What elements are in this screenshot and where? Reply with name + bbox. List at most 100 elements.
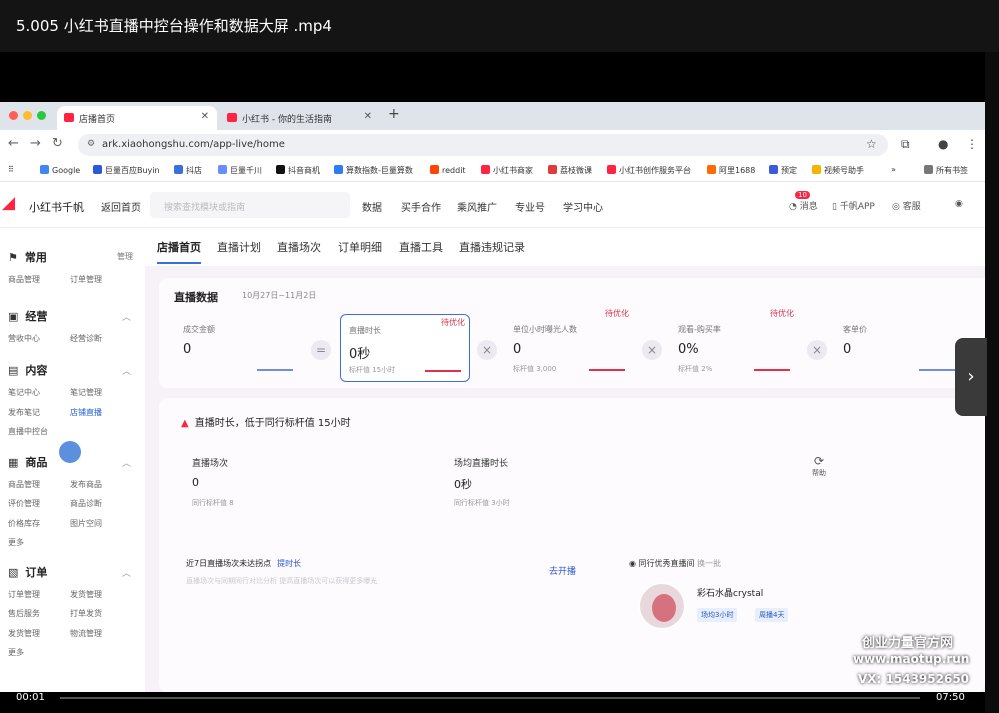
bookmark-item[interactable]: 荔枝微课: [548, 165, 592, 176]
back-home-link[interactable]: 返回首页: [101, 199, 141, 214]
sidebar-item[interactable]: 发货管理: [70, 589, 102, 600]
tab-live-plan[interactable]: 直播计划: [217, 239, 261, 255]
sidebar-item[interactable]: 营收中心: [8, 333, 40, 344]
nav-professional[interactable]: 专业号: [515, 199, 545, 214]
site-info-icon[interactable]: ⚙: [87, 139, 95, 149]
bookmark-item[interactable]: 巨量千川: [218, 165, 262, 176]
sidebar-item[interactable]: 商品管理: [8, 479, 40, 490]
sidebar-item[interactable]: 售后服务: [8, 608, 40, 619]
bookmark-item[interactable]: reddit: [430, 165, 466, 175]
sidebar-item[interactable]: 笔记中心: [8, 387, 40, 398]
sidebar-item[interactable]: 直播中控台: [8, 426, 48, 437]
bookmark-item[interactable]: 小红书创作服务平台: [607, 165, 691, 176]
peer-name[interactable]: 彩石水晶crystal: [697, 586, 763, 599]
metric-live-duration[interactable]: 直播时长 0秒 标杆值 15小时 待优化: [340, 314, 470, 382]
sidebar-item[interactable]: 价格库存: [8, 518, 40, 529]
section-goods[interactable]: ▦ 商品: [8, 454, 47, 470]
sidebar-item[interactable]: 商品诊断: [70, 498, 102, 509]
bookmark-folder[interactable]: 所有书签: [924, 165, 968, 176]
sidebar-item-store-live[interactable]: 店铺直播: [70, 407, 102, 418]
avatar[interactable]: [638, 582, 686, 630]
browser-tab[interactable]: 小红书 - 你的生活指南 ✕: [220, 106, 380, 130]
next-page-button[interactable]: ›: [955, 338, 987, 416]
sidebar-item[interactable]: 发布商品: [70, 479, 102, 490]
nav-data[interactable]: 数据: [362, 199, 382, 214]
tab-live-tools[interactable]: 直播工具: [399, 239, 443, 255]
nav-promotion[interactable]: 乘风推广: [457, 199, 497, 214]
metric-conversion[interactable]: 观看-购买率 0% 标杆值 2% 待优化: [670, 309, 800, 382]
bookmark-item[interactable]: 抖店: [174, 165, 202, 176]
tab-store-live-home[interactable]: 店播首页: [157, 239, 201, 255]
equals-icon: =: [311, 340, 331, 360]
sidebar-item[interactable]: 发货管理: [8, 628, 40, 639]
maximize-window-icon[interactable]: [37, 111, 46, 120]
bookmark-item[interactable]: 小红书商家: [481, 165, 533, 176]
apps-icon[interactable]: ⠿: [8, 165, 14, 174]
reason-link[interactable]: 提时长: [277, 559, 301, 568]
active-tab-indicator: [157, 262, 201, 264]
section-orders[interactable]: ▧ 订单: [8, 564, 47, 580]
sidebar-item[interactable]: 商品管理: [8, 274, 40, 285]
start-live-button[interactable]: 去开播: [549, 564, 576, 577]
message-link[interactable]: ◔ 消息: [789, 199, 818, 212]
bag-icon: ▦: [8, 456, 19, 469]
reload-icon[interactable]: ↻: [52, 136, 63, 151]
sidebar-item[interactable]: 更多: [8, 647, 24, 658]
bookmark-item[interactable]: 巨量百应Buyin: [93, 165, 160, 176]
close-tab-icon[interactable]: ✕: [364, 111, 372, 122]
bookmark-item[interactable]: 阿里1688: [707, 165, 755, 176]
sidebar-item[interactable]: 打单发货: [70, 608, 102, 619]
new-tab-icon[interactable]: +: [388, 106, 400, 122]
manage-link[interactable]: 管理: [117, 251, 133, 262]
search-input[interactable]: 搜索查找模块或指南: [150, 192, 350, 218]
nav-learning[interactable]: 学习中心: [563, 199, 603, 214]
service-link[interactable]: ◎ 客服: [892, 199, 921, 212]
sidebar-item[interactable]: 订单管理: [70, 274, 102, 285]
sidebar-item[interactable]: 经营诊断: [70, 333, 102, 344]
progress-bar[interactable]: [60, 697, 920, 699]
sidebar-item[interactable]: 物流管理: [70, 628, 102, 639]
metric-gmv[interactable]: 成交金额 0: [175, 314, 305, 382]
address-bar[interactable]: ⚙ ark.xiaohongshu.com/app-live/home: [78, 134, 888, 156]
avatar[interactable]: ◉: [955, 199, 963, 209]
bookmark-item[interactable]: Google: [40, 165, 80, 175]
nav-buyer-cooperation[interactable]: 买手合作: [401, 199, 441, 214]
bookmark-item[interactable]: 算数指数-巨量算数: [334, 165, 413, 176]
chevron-up-icon[interactable]: ︿: [122, 310, 131, 323]
metric-avg-order[interactable]: 客单价 0: [835, 314, 965, 382]
bookmark-item[interactable]: 抖音商机: [276, 165, 320, 176]
browser-tab-active[interactable]: 店播首页 ✕: [57, 106, 217, 130]
minimize-window-icon[interactable]: [23, 111, 32, 120]
section-common[interactable]: ⚑ 常用: [8, 249, 47, 265]
sidebar-item[interactable]: 发布笔记: [8, 407, 40, 418]
back-icon[interactable]: ←: [8, 136, 19, 151]
bookmark-star-icon[interactable]: ☆: [866, 137, 877, 151]
menu-icon[interactable]: ⋮: [966, 137, 978, 151]
profile-icon[interactable]: ●: [938, 137, 948, 151]
tab-order-detail[interactable]: 订单明细: [338, 239, 382, 255]
close-window-icon[interactable]: [9, 111, 18, 120]
section-content[interactable]: ▤ 内容: [8, 362, 47, 378]
chevron-up-icon[interactable]: ︿: [122, 456, 131, 469]
sidebar-item[interactable]: 更多: [8, 537, 24, 548]
sidebar-item[interactable]: 订单管理: [8, 589, 40, 600]
more-bookmarks-icon[interactable]: »: [891, 165, 896, 174]
sidebar-item[interactable]: 图片空间: [70, 518, 102, 529]
bookmark-item[interactable]: 视频号助手: [812, 165, 864, 176]
tab-live-sessions[interactable]: 直播场次: [277, 239, 321, 255]
close-tab-icon[interactable]: ✕: [201, 111, 209, 122]
help-button[interactable]: ⟳ 帮助: [812, 454, 826, 478]
tab-violation-records[interactable]: 直播违规记录: [459, 239, 525, 255]
sidebar-item[interactable]: 评价管理: [8, 498, 40, 509]
xhs-favicon: [227, 113, 237, 122]
chevron-up-icon[interactable]: ︿: [122, 566, 131, 579]
chevron-up-icon[interactable]: ︿: [122, 364, 131, 377]
metric-hourly-exposure[interactable]: 单位小时曝光人数 0 标杆值 3,000 待优化: [505, 309, 635, 382]
refresh-peers-link[interactable]: 换一批: [697, 559, 721, 568]
extensions-icon[interactable]: ⧉: [901, 137, 910, 152]
forward-icon[interactable]: →: [30, 136, 41, 151]
bookmark-item[interactable]: 预定: [769, 165, 797, 176]
app-download-link[interactable]: ▯ 千帆APP: [832, 199, 875, 212]
section-business[interactable]: ▣ 经营: [8, 308, 47, 324]
sidebar-item[interactable]: 笔记管理: [70, 387, 102, 398]
